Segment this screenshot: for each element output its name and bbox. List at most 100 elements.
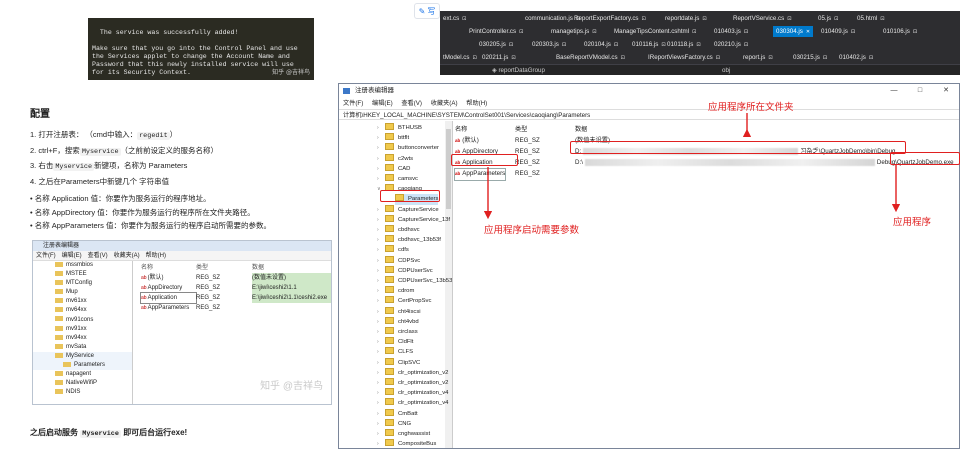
chevron-right-icon[interactable]: › xyxy=(377,215,379,225)
pin-icon[interactable]: ⊡ xyxy=(880,16,884,22)
pin-icon[interactable]: ⊡ xyxy=(913,29,917,35)
pin-icon[interactable]: ⊡ xyxy=(614,42,618,48)
tree-item[interactable]: cbdhsvc xyxy=(385,225,420,235)
menu-help[interactable]: 帮助(H) xyxy=(466,100,487,107)
tree-item[interactable]: mv91xx xyxy=(33,325,132,334)
editor-tab[interactable]: 05.js ⊡ xyxy=(815,13,841,24)
close-tab-icon[interactable]: ✕ xyxy=(806,29,810,35)
tree-item[interactable]: CertPropSvc xyxy=(385,296,431,306)
chevron-right-icon[interactable]: › xyxy=(377,205,379,215)
edit-button[interactable]: ✎ 写 xyxy=(414,3,440,19)
pin-icon[interactable]: ⊡ xyxy=(744,29,748,35)
chevron-right-icon[interactable]: › xyxy=(377,256,379,266)
chevron-right-icon[interactable]: › xyxy=(377,388,379,398)
value-row-appparameters[interactable]: ab AppParameters REG_SZ xyxy=(453,168,959,181)
editor-tab[interactable]: report.js ⊡ xyxy=(740,52,776,63)
tree-item[interactable]: MTConfig xyxy=(33,279,132,288)
tree-item[interactable]: CLFS xyxy=(385,347,413,357)
nav-right[interactable]: obj xyxy=(722,65,730,75)
tree-item[interactable]: CaptureService xyxy=(385,204,439,215)
menu-file[interactable]: 文件(F) xyxy=(343,100,363,107)
editor-tab[interactable]: 010402.js ⊡ xyxy=(836,52,876,63)
chevron-right-icon[interactable]: › xyxy=(377,368,379,378)
editor-tab[interactable]: 020210.js ⊡ xyxy=(711,39,751,50)
editor-tab[interactable]: IReportViewsFactory.cs ⊡ xyxy=(645,52,723,63)
tree-item[interactable]: MyService xyxy=(33,351,132,362)
chevron-right-icon[interactable]: › xyxy=(377,327,379,337)
tree-item[interactable]: CDPUserSvc xyxy=(385,265,433,276)
chevron-right-icon[interactable]: › xyxy=(377,266,379,276)
editor-tab[interactable]: managetips.js ⊡ xyxy=(548,26,599,37)
editor-tab[interactable]: 020303.js ⊡ xyxy=(529,39,569,50)
tree-item[interactable]: camsvc xyxy=(385,174,418,184)
menu-edit[interactable]: 编辑(E) xyxy=(372,100,393,107)
tree-item[interactable]: c2wts xyxy=(385,153,413,164)
tree-item[interactable]: clr_optimization_v2 xyxy=(385,378,448,388)
editor-tab[interactable]: reportdate.js ⊡ xyxy=(662,13,710,24)
tree-item[interactable]: cnghwassist xyxy=(385,429,430,439)
chevron-right-icon[interactable]: › xyxy=(377,154,379,164)
maximize-button[interactable]: □ xyxy=(907,84,933,98)
pin-icon[interactable]: ⊡ xyxy=(696,42,700,48)
pin-icon[interactable]: ⊡ xyxy=(592,29,596,35)
chevron-right-icon[interactable]: › xyxy=(377,317,379,327)
pin-icon[interactable]: ⊡ xyxy=(823,55,827,61)
pin-icon[interactable]: ⊡ xyxy=(472,55,476,61)
editor-tab[interactable]: BaseReportVModel.cs ⊡ xyxy=(553,52,628,63)
tree-item[interactable]: CaptureService_13f xyxy=(385,214,450,225)
editor-tab[interactable]: 010116.js ⊡ xyxy=(629,39,669,50)
tree-item[interactable]: mvSata xyxy=(33,343,132,352)
close-button[interactable]: ✕ xyxy=(933,84,959,98)
chevron-right-icon[interactable]: › xyxy=(377,276,379,286)
pin-icon[interactable]: ⊡ xyxy=(692,29,696,35)
chevron-right-icon[interactable]: › xyxy=(377,378,379,388)
tree-item[interactable]: BTHUSB xyxy=(385,123,422,133)
tree-item[interactable]: ClipSVC xyxy=(385,357,420,368)
tree-item[interactable]: mv64xx xyxy=(33,306,132,315)
chevron-right-icon[interactable]: › xyxy=(377,307,379,317)
scroll-thumb[interactable] xyxy=(446,129,451,209)
pin-icon[interactable]: ⊡ xyxy=(716,55,720,61)
tree-item[interactable]: cdrom xyxy=(385,286,414,296)
chevron-right-icon[interactable]: › xyxy=(377,286,379,296)
col-name[interactable]: 名称 xyxy=(455,125,467,136)
tree-item[interactable]: NativeWifiP xyxy=(33,379,132,388)
tree-item[interactable]: CNG xyxy=(385,418,411,429)
chevron-right-icon[interactable]: › xyxy=(377,429,379,439)
pin-icon[interactable]: ⊡ xyxy=(787,16,791,22)
chevron-right-icon[interactable]: › xyxy=(377,225,379,235)
chevron-right-icon[interactable]: › xyxy=(377,143,379,153)
tree-item[interactable]: CmBatt xyxy=(385,408,418,419)
tree-item[interactable]: napagent xyxy=(33,370,132,379)
chevron-right-icon[interactable]: › xyxy=(377,398,379,408)
editor-tab[interactable]: 030215.js ⊡ xyxy=(790,52,830,63)
chevron-right-icon[interactable]: › xyxy=(377,174,379,184)
tree-item[interactable]: buttonconverter xyxy=(385,143,439,153)
pin-icon[interactable]: ⊡ xyxy=(642,16,646,22)
tree-item[interactable]: bttflt xyxy=(385,133,409,143)
tree-item[interactable]: CAD xyxy=(385,163,410,174)
chevron-right-icon[interactable]: › xyxy=(377,164,379,174)
editor-tab[interactable]: 020211.js ⊡ xyxy=(479,52,519,63)
tree-item[interactable]: Mup xyxy=(33,288,132,297)
editor-tab[interactable]: 030304.js ✕ xyxy=(773,26,814,37)
tree-item[interactable]: clr_optimization_v4 xyxy=(385,388,448,398)
pin-icon[interactable]: ⊡ xyxy=(462,16,466,22)
address-bar[interactable]: 计算机\HKEY_LOCAL_MACHINE\SYSTEM\ControlSet… xyxy=(339,109,959,120)
pin-icon[interactable]: ⊡ xyxy=(702,16,706,22)
editor-tab[interactable]: 010409.js ⊡ xyxy=(818,26,858,37)
chevron-right-icon[interactable]: › xyxy=(377,235,379,245)
editor-tab[interactable]: 030205.js ⊡ xyxy=(476,39,516,50)
pin-icon[interactable]: ⊡ xyxy=(851,29,855,35)
pin-icon[interactable]: ⊡ xyxy=(621,55,625,61)
chevron-right-icon[interactable]: › xyxy=(377,419,379,429)
chevron-right-icon[interactable]: › xyxy=(377,123,379,133)
chevron-right-icon[interactable]: › xyxy=(377,439,379,448)
tree-item[interactable]: CompositeBus xyxy=(385,439,436,448)
tree-item[interactable]: CldFlt xyxy=(385,337,413,347)
tree-item[interactable]: MSTEE xyxy=(33,270,132,279)
minimize-button[interactable]: — xyxy=(881,84,907,98)
tree-item[interactable]: CDPUserSvc_13b53 xyxy=(385,276,452,286)
tree-item[interactable]: mv94xx xyxy=(33,334,132,343)
pin-icon[interactable]: ⊡ xyxy=(519,29,523,35)
